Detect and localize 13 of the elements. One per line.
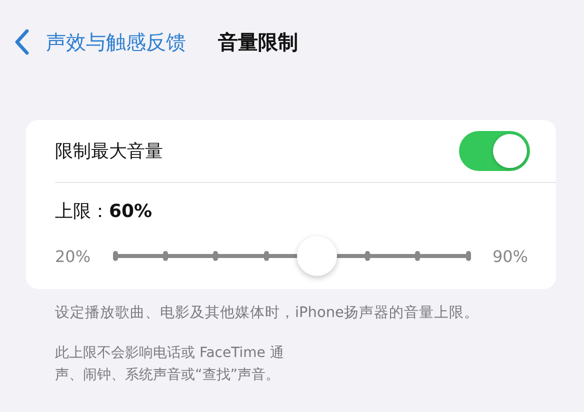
- footer-note: 设定播放歌曲、电影及其他媒体时，iPhone扬声器的音量上限。: [55, 304, 480, 322]
- back-button[interactable]: 声效与触感反馈: [14, 28, 186, 56]
- toggle-switch[interactable]: [459, 131, 530, 171]
- max-label: 90%: [491, 246, 528, 266]
- back-chevron-icon: [14, 29, 30, 55]
- footer-note-line: 此上限不会影响电话或 FaceTime 通: [55, 344, 285, 363]
- toggle-label: 限制最大音量: [55, 140, 163, 163]
- limit-label: 上限：: [55, 201, 109, 222]
- limit-value: 60%: [109, 201, 152, 222]
- min-label: 20%: [55, 246, 92, 266]
- slider-thumb[interactable]: [296, 236, 337, 276]
- footer-note-line: 声、闹钟、系统声音或“查找”声音。: [55, 366, 281, 385]
- page-title: 音量限制: [218, 28, 298, 56]
